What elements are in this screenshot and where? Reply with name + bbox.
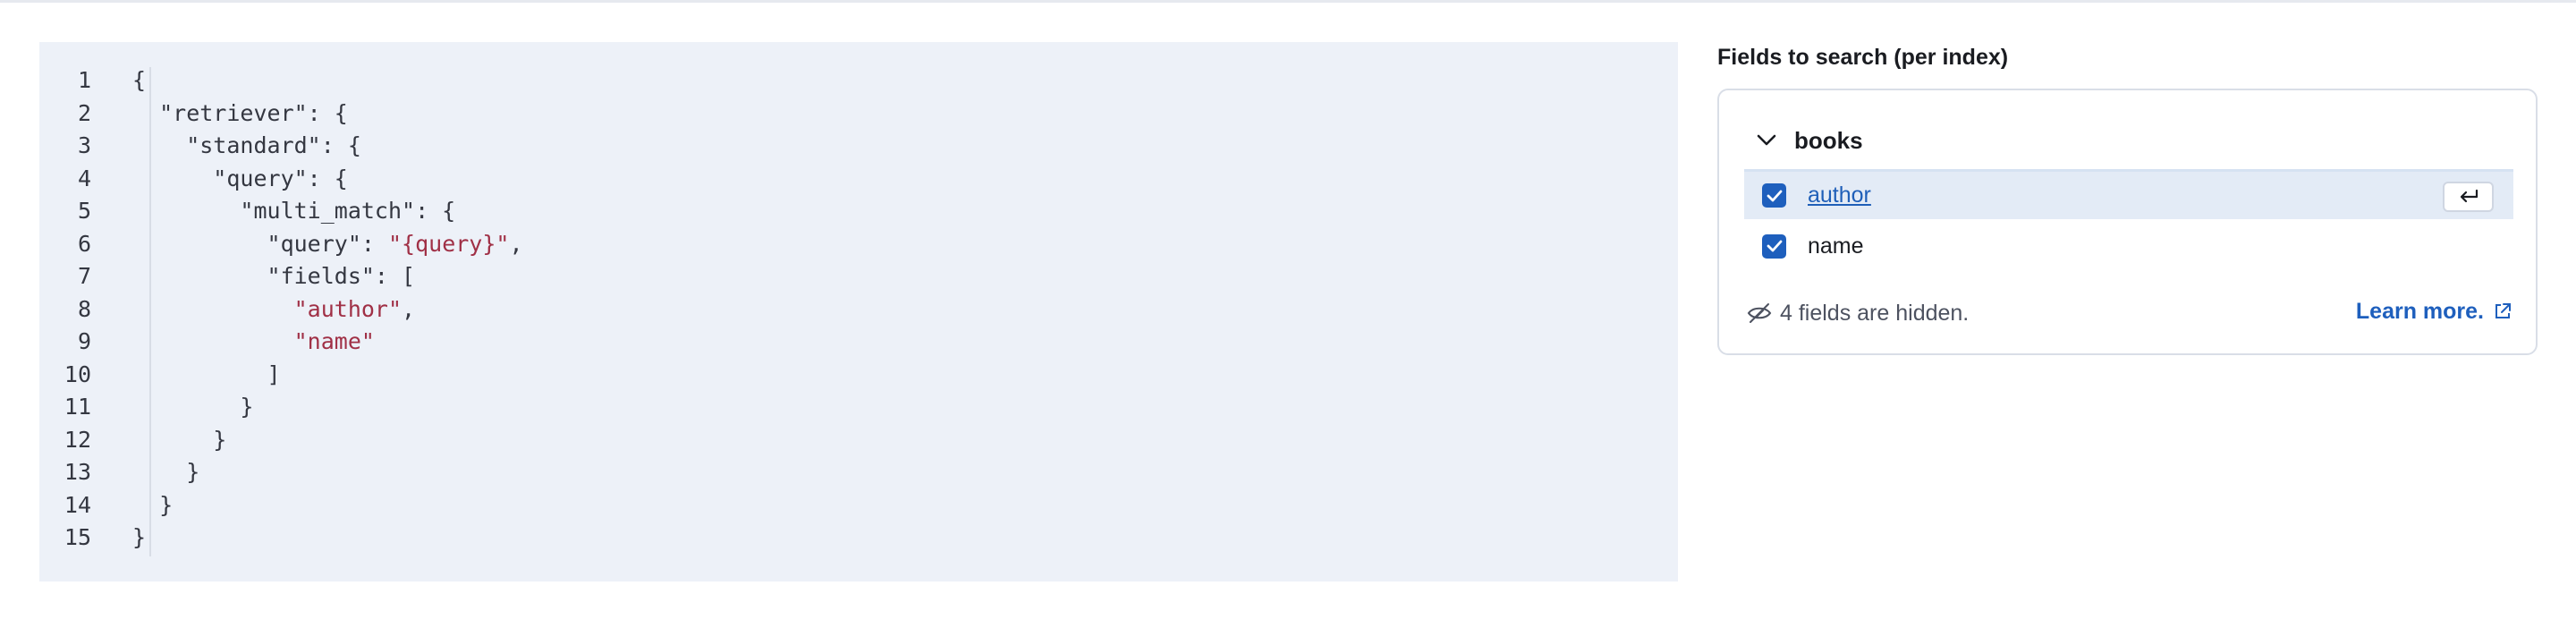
line-number: 6 xyxy=(77,230,91,257)
line-number: 7 xyxy=(77,263,91,289)
line-number: 12 xyxy=(64,426,91,453)
line-code: "name" xyxy=(132,326,375,359)
name-checkbox[interactable] xyxy=(1762,233,1786,259)
learn-more-link[interactable]: Learn more. xyxy=(2356,296,2512,327)
eye-closed-icon xyxy=(1747,303,1772,323)
string-token: "{query}" xyxy=(387,230,510,257)
code-token: "standard": { xyxy=(132,132,361,158)
code-token: } xyxy=(132,524,147,550)
chevron-down-icon xyxy=(1751,125,1782,156)
code-token: "query": { xyxy=(132,165,348,191)
checkmark-icon xyxy=(1767,240,1782,252)
code-token: } xyxy=(132,459,200,485)
code-token: "multi_match": { xyxy=(132,198,456,224)
code-token: "query": xyxy=(132,230,388,257)
line-number: 9 xyxy=(77,328,91,354)
author-checkbox[interactable] xyxy=(1762,183,1786,208)
code-token: { xyxy=(132,67,147,93)
top-divider xyxy=(0,0,2576,3)
line-number: 4 xyxy=(77,165,91,191)
line-code: "query": "{query}", xyxy=(132,228,523,261)
query-code-editor[interactable]: 1 {2 "retriever": { 3 "standard": { 4 "quer… xyxy=(39,42,1678,581)
code-token: } xyxy=(132,491,174,518)
field-label-author[interactable]: author xyxy=(1808,182,1871,208)
field-row-name[interactable]: name xyxy=(1744,221,2513,271)
line-code: ] xyxy=(132,359,281,392)
checkmark-icon xyxy=(1767,190,1782,201)
hidden-fields-note: 4 fields are hidden. xyxy=(1746,298,1969,328)
code-token: , xyxy=(509,230,523,257)
code-token: "retriever": { xyxy=(132,99,348,126)
line-code: } xyxy=(132,424,226,457)
string-token: "author" xyxy=(293,295,402,322)
line-code: "query": { xyxy=(132,163,348,196)
line-number: 3 xyxy=(77,132,91,158)
line-number: 10 xyxy=(64,361,91,387)
line-number: 2 xyxy=(77,99,91,126)
code-token: "fields": [ xyxy=(132,263,416,289)
line-number: 13 xyxy=(64,459,91,485)
line-code: } xyxy=(132,489,173,522)
string-token: "name" xyxy=(293,328,375,354)
line-number: 1 xyxy=(77,67,91,93)
learn-more-text[interactable]: Learn more. xyxy=(2356,299,2484,325)
field-label-name: name xyxy=(1808,233,1864,259)
line-number: 8 xyxy=(77,295,91,322)
enter-key-icon xyxy=(2443,182,2494,212)
line-code: "author", xyxy=(132,293,415,327)
index-name: books xyxy=(1794,126,1863,154)
hidden-note-text: 4 fields are hidden. xyxy=(1780,300,1970,326)
code-token: , xyxy=(402,295,416,322)
line-code: } xyxy=(132,391,253,424)
line-code: "fields": [ xyxy=(132,260,416,293)
line-code: { xyxy=(132,64,146,98)
line-number: 15 xyxy=(64,524,91,550)
index-toggle[interactable]: books xyxy=(1751,123,1863,158)
line-code: } xyxy=(132,522,146,555)
code-token: ] xyxy=(132,361,281,387)
line-code: } xyxy=(132,456,199,489)
line-number: 14 xyxy=(64,491,91,518)
external-link-icon xyxy=(2496,303,2511,318)
fields-card: books author name 4 fields are hidden. L… xyxy=(1717,89,2538,355)
line-code: "multi_match": { xyxy=(132,195,455,228)
field-row-author[interactable]: author xyxy=(1744,169,2513,219)
line-number: 5 xyxy=(77,198,91,224)
line-number: 11 xyxy=(64,394,91,420)
fields-panel-title: Fields to search (per index) xyxy=(1717,45,2009,70)
line-code: "standard": { xyxy=(132,130,361,163)
code-token: } xyxy=(132,426,227,453)
code-token: } xyxy=(132,394,254,420)
line-code: "retriever": { xyxy=(132,98,348,131)
